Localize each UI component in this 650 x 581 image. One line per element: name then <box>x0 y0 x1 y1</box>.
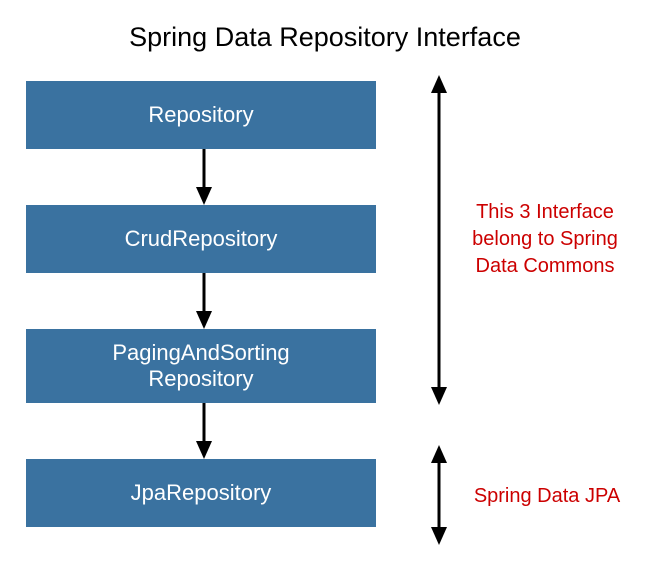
box-label: CrudRepository <box>125 226 278 252</box>
arrow-down-icon <box>196 273 204 329</box>
bracket-jpa-icon <box>428 445 450 545</box>
arrow-down-icon <box>196 403 204 459</box>
arrow-down-icon <box>196 149 204 205</box>
annotation-jpa: Spring Data JPA <box>462 483 632 510</box>
diagram-area: Repository CrudRepository PagingAndSorti… <box>0 71 650 581</box>
box-crud-repository: CrudRepository <box>26 205 376 273</box>
box-repository: Repository <box>26 81 376 149</box>
box-label: JpaRepository <box>131 480 272 506</box>
page-title: Spring Data Repository Interface <box>0 0 650 71</box>
box-label: PagingAndSorting Repository <box>112 340 289 393</box>
box-jpa-repository: JpaRepository <box>26 459 376 527</box>
annotation-commons: This 3 Interface belong to Spring Data C… <box>460 199 630 280</box>
box-label: Repository <box>148 102 253 128</box>
box-paging-sorting-repository: PagingAndSorting Repository <box>26 329 376 403</box>
bracket-commons-icon <box>428 75 450 405</box>
